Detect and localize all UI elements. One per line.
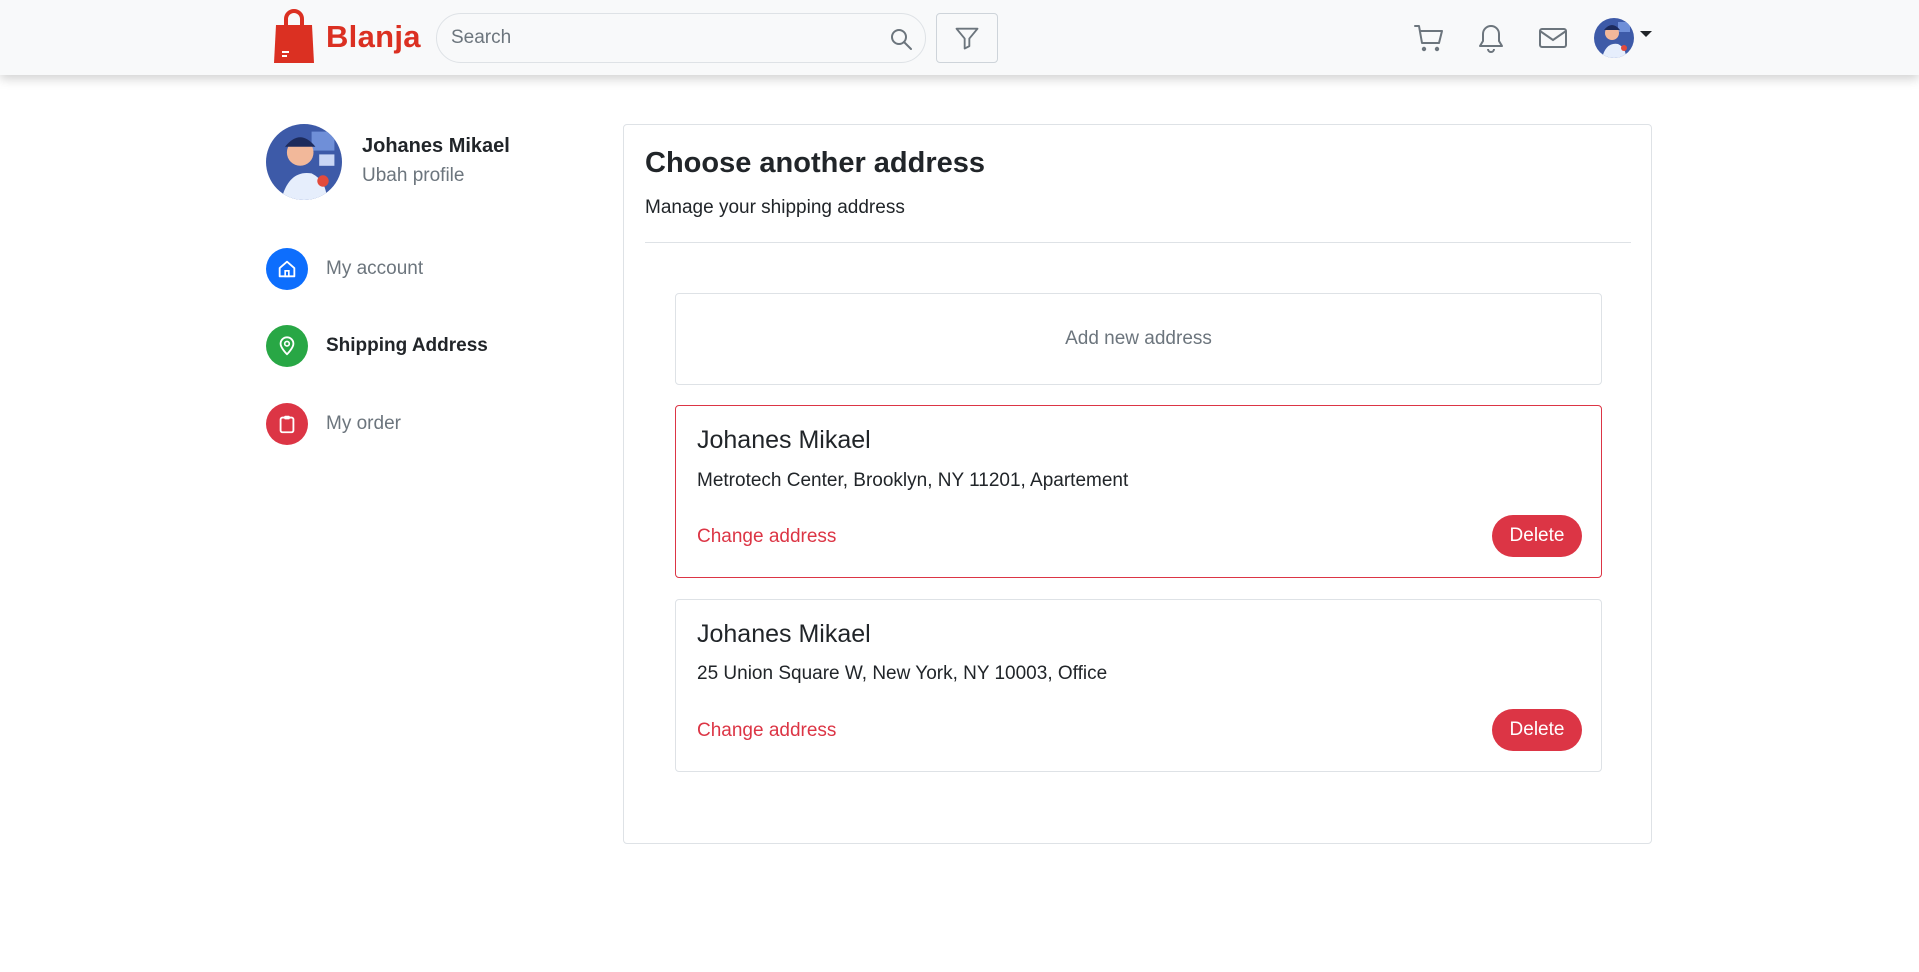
add-new-address-button[interactable]: Add new address (675, 293, 1602, 385)
map-pin-icon (279, 336, 295, 356)
avatar-image (1594, 18, 1634, 58)
avatar-image (266, 124, 342, 200)
sidebar-icon-circle (266, 325, 308, 367)
filter-button[interactable] (936, 13, 998, 63)
sidebar-item-my-order[interactable]: My order (266, 403, 401, 445)
profile-name: Johanes Mikael (362, 135, 510, 157)
search-input[interactable] (451, 14, 851, 62)
sidebar-item-label: My account (326, 258, 424, 279)
address-recipient-name: Johanes Mikael (697, 620, 871, 648)
home-icon (278, 260, 296, 278)
address-panel: Choose another address Manage your shipp… (623, 124, 1652, 844)
address-text: Metrotech Center, Brooklyn, NY 11201, Ap… (697, 470, 1129, 491)
mail-icon[interactable] (1537, 22, 1569, 54)
address-card-selected[interactable]: Johanes Mikael Metrotech Center, Brookly… (675, 405, 1602, 578)
chevron-down-icon[interactable] (1640, 31, 1652, 37)
top-navbar: Blanja (0, 0, 1919, 75)
search-bar (436, 13, 926, 63)
sidebar-item-label: My order (326, 413, 401, 434)
sidebar-item-my-account[interactable]: My account (266, 248, 423, 290)
sidebar-icon-circle (266, 403, 308, 445)
sidebar-item-label: Shipping Address (326, 335, 488, 356)
address-card[interactable]: Johanes Mikael 25 Union Square W, New Yo… (675, 599, 1602, 772)
search-icon[interactable] (889, 27, 913, 51)
brand-name: Blanja (326, 19, 421, 54)
sidebar-item-shipping-address[interactable]: Shipping Address (266, 325, 488, 367)
delete-address-button[interactable]: Delete (1492, 709, 1582, 751)
filter-icon (955, 27, 979, 50)
shopping-bag-logo-icon (274, 9, 314, 63)
bell-icon[interactable] (1475, 22, 1507, 54)
divider (645, 242, 1631, 243)
page-subtitle: Manage your shipping address (645, 197, 905, 218)
profile-avatar (266, 124, 342, 200)
user-avatar[interactable] (1594, 18, 1634, 58)
address-text: 25 Union Square W, New York, NY 10003, O… (697, 663, 1108, 684)
clipboard-icon (279, 415, 295, 434)
edit-profile-link[interactable]: Ubah profile (362, 165, 464, 187)
address-recipient-name: Johanes Mikael (697, 426, 871, 454)
sidebar-icon-circle (266, 248, 308, 290)
change-address-link[interactable]: Change address (697, 526, 836, 548)
brand[interactable]: Blanja (272, 9, 421, 65)
cart-icon[interactable] (1413, 22, 1445, 54)
delete-address-button[interactable]: Delete (1492, 515, 1582, 557)
change-address-link[interactable]: Change address (697, 720, 836, 742)
page-title: Choose another address (645, 147, 986, 179)
